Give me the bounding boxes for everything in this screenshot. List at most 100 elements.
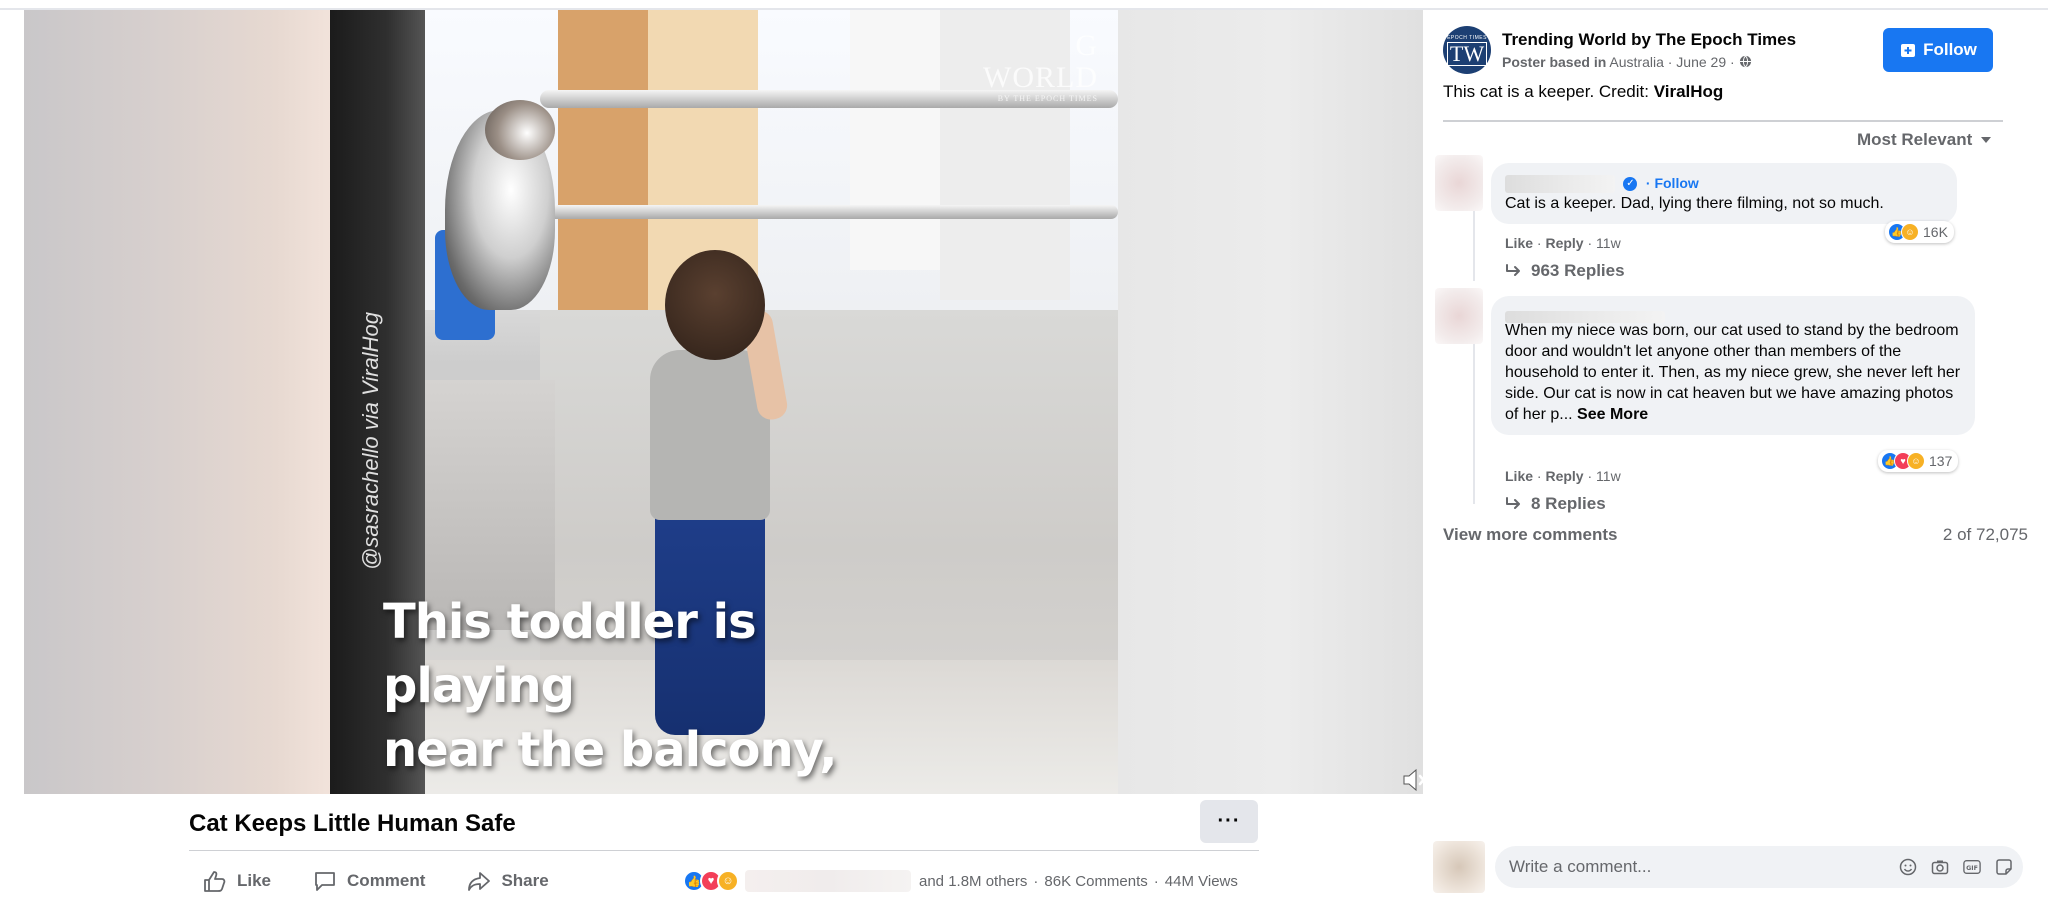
post-title: Cat Keeps Little Human Safe xyxy=(189,810,516,837)
comment-icon xyxy=(315,872,335,891)
toddler-head xyxy=(665,250,765,360)
blurred-name xyxy=(745,870,911,892)
divider xyxy=(189,850,1259,851)
divider xyxy=(1443,120,2003,122)
comment-count-label: 2 of 72,075 xyxy=(1942,525,2028,544)
view-more-comments[interactable]: View more comments xyxy=(1443,525,1617,545)
share-icon xyxy=(468,872,491,891)
reaction-summary[interactable]: 👍 ♥ ☺ and 1.8M others · 86K Comments · 4… xyxy=(683,867,1238,895)
comment-text: When my niece was born, our cat used to … xyxy=(1505,322,1961,423)
comment-text: Cat is a keeper. Dad, lying there filmin… xyxy=(1505,195,1884,212)
comment-item: ✓ · Follow Cat is a keeper. Dad, lying t… xyxy=(1435,155,2035,290)
share-button[interactable]: Share xyxy=(453,870,549,892)
video-watermark: G WORLD BY THE EPOCH TIMES xyxy=(983,30,1098,104)
post-meta: Poster based in Australia · June 29 · xyxy=(1502,54,1752,70)
sort-dropdown[interactable]: Most Relevant xyxy=(1857,130,1992,150)
care-reaction-icon: ☺ xyxy=(717,870,739,892)
watermark-line1: G xyxy=(1075,29,1098,62)
svg-text:GIF: GIF xyxy=(1966,865,1978,872)
meta-prefix: Poster based in xyxy=(1502,54,1607,70)
replies-label: 963 Replies xyxy=(1531,261,1625,280)
composer-icons: GIF xyxy=(1885,846,2013,888)
chevron-down-icon xyxy=(1981,137,1992,143)
commenter-avatar[interactable] xyxy=(1435,155,1483,211)
building xyxy=(850,10,940,270)
camera-icon[interactable] xyxy=(1931,858,1949,876)
comment-author-row xyxy=(1505,306,1961,323)
video-frame[interactable]: G WORLD BY THE EPOCH TIMES @sasrachello … xyxy=(330,10,1118,794)
comment-item: When my niece was born, our cat used to … xyxy=(1435,288,2035,518)
watermark-sub: BY THE EPOCH TIMES xyxy=(997,94,1098,103)
haha-reaction-icon: ☺ xyxy=(1901,223,1919,241)
video-player[interactable]: G WORLD BY THE EPOCH TIMES @sasrachello … xyxy=(24,10,1423,794)
comment-composer: Write a comment... GIF xyxy=(1433,841,2033,893)
comment-bubble: When my niece was born, our cat used to … xyxy=(1491,296,1975,435)
comment-text-block: When my niece was born, our cat used to … xyxy=(1505,320,1961,425)
see-more-link[interactable]: See More xyxy=(1577,406,1648,423)
follow-label: Follow xyxy=(1923,40,1977,59)
follow-button[interactable]: Follow xyxy=(1883,28,1993,72)
credit-link[interactable]: ViralHog xyxy=(1654,82,1724,101)
comment-reply-link[interactable]: Reply xyxy=(1545,235,1583,251)
video-caption: This toddler is playing near the balcony… xyxy=(383,590,943,782)
post-text: This cat is a keeper. Credit: ViralHog xyxy=(1443,82,1723,102)
meta-location[interactable]: Australia xyxy=(1609,54,1663,70)
reaction-count: 137 xyxy=(1929,453,1953,469)
reaction-count: 16K xyxy=(1923,224,1948,240)
separator: · xyxy=(1153,872,1159,890)
emoji-icon[interactable] xyxy=(1899,858,1917,876)
follow-icon xyxy=(1901,44,1916,57)
like-button[interactable]: Like xyxy=(189,870,271,892)
comment-author-row: ✓ · Follow xyxy=(1505,173,1943,193)
logo-top-text: EPOCH TIMES xyxy=(1447,34,1487,41)
comment-like-link[interactable]: Like xyxy=(1505,468,1533,484)
comments-count[interactable]: 86K Comments xyxy=(1044,873,1147,890)
comment-time[interactable]: · 11w xyxy=(1587,235,1620,251)
page-name[interactable]: Trending World by The Epoch Times xyxy=(1502,30,1796,50)
thread-line xyxy=(1473,211,1475,281)
care-reaction-icon: ☺ xyxy=(1907,452,1925,470)
comment-input[interactable]: Write a comment... GIF xyxy=(1495,846,2023,888)
video-credit: @sasrachello via ViralHog xyxy=(358,312,383,570)
views-count: 44M Views xyxy=(1164,872,1238,890)
comment-reactions[interactable]: 👍 ☺ 16K xyxy=(1885,221,1954,243)
reply-arrow-icon xyxy=(1506,264,1520,276)
globe-icon xyxy=(1739,55,1751,68)
comment-bubble: ✓ · Follow Cat is a keeper. Dad, lying t… xyxy=(1491,163,1957,224)
like-label: Like xyxy=(237,871,272,890)
sticker-icon[interactable] xyxy=(1995,858,2013,876)
reaction-count: and 1.8M others xyxy=(919,872,1028,890)
balcony-rail xyxy=(540,205,1118,219)
view-replies[interactable]: 8 Replies xyxy=(1505,494,1606,514)
comment-like-link[interactable]: Like xyxy=(1505,235,1533,251)
replies-label: 8 Replies xyxy=(1531,494,1606,513)
comment-reply-link[interactable]: Reply xyxy=(1545,468,1583,484)
building xyxy=(558,10,648,310)
more-options-button[interactable]: ··· xyxy=(1200,800,1258,843)
sort-label: Most Relevant xyxy=(1857,130,1973,149)
gif-icon[interactable]: GIF xyxy=(1963,858,1981,876)
view-replies[interactable]: 963 Replies xyxy=(1505,261,1625,281)
thumbs-up-icon xyxy=(204,871,226,892)
user-avatar[interactable] xyxy=(1433,841,1485,893)
meta-date[interactable]: · June 29 · xyxy=(1668,54,1735,70)
post-actions: Like Comment Share xyxy=(189,866,577,896)
post-caption: This cat is a keeper. Credit: xyxy=(1443,82,1654,101)
comment-actions: Like · Reply · 11w xyxy=(1505,235,1621,251)
logo-letters: TW xyxy=(1446,41,1488,66)
commenter-name[interactable] xyxy=(1505,174,1615,193)
commenter-avatar[interactable] xyxy=(1435,288,1483,344)
page-avatar[interactable]: EPOCH TIMES TW xyxy=(1443,26,1491,74)
speaker-muted-icon xyxy=(1403,768,1423,792)
comment-follow-link[interactable]: · Follow xyxy=(1646,175,1699,191)
comment-label: Comment xyxy=(347,871,426,890)
comment-actions: Like · Reply · 11w xyxy=(1505,468,1621,484)
caption-line1: This toddler is playing xyxy=(383,594,757,714)
comment-reactions[interactable]: 👍 ♥ ☺ 137 xyxy=(1878,450,1959,472)
caption-line2: near the balcony, xyxy=(383,722,837,778)
comment-time[interactable]: · 11w xyxy=(1587,468,1620,484)
separator: · xyxy=(1033,872,1039,890)
mute-button[interactable] xyxy=(1400,765,1423,794)
comment-button[interactable]: Comment xyxy=(299,870,425,892)
comment-placeholder: Write a comment... xyxy=(1509,857,1652,876)
